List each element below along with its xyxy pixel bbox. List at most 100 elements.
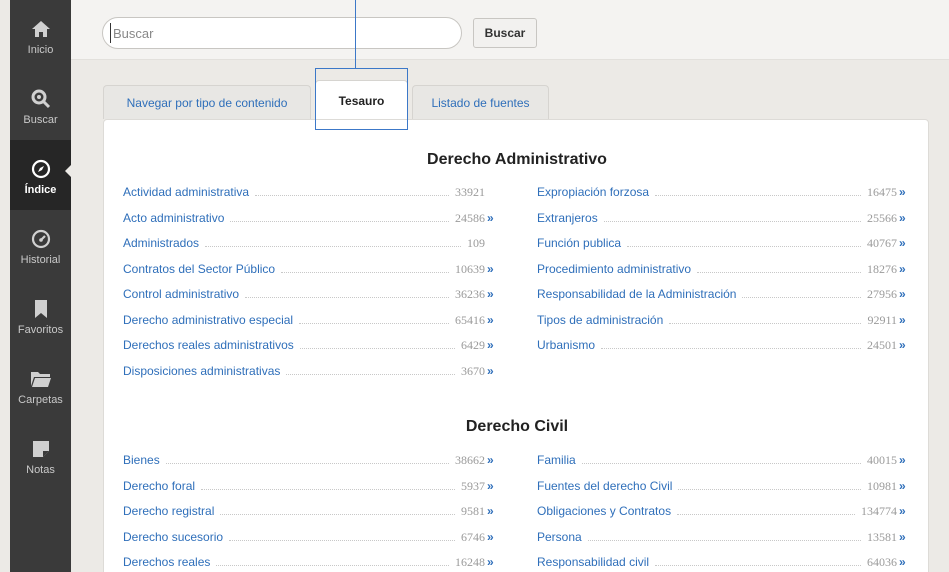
thesaurus-entry[interactable]: Procedimiento administrativo 18276» bbox=[537, 262, 911, 282]
expand-arrow-icon[interactable]: » bbox=[899, 185, 911, 199]
entry-count: 25566 bbox=[867, 210, 897, 225]
thesaurus-entry[interactable]: Derecho administrativo especial 65416» bbox=[123, 313, 499, 333]
entry-label-link[interactable]: Procedimiento administrativo bbox=[537, 262, 691, 276]
expand-arrow-icon[interactable]: » bbox=[899, 453, 911, 467]
sidebar-item-inicio[interactable]: Inicio bbox=[10, 0, 71, 70]
sidebar-item-indice[interactable]: Índice bbox=[10, 140, 72, 210]
search-button[interactable]: Buscar bbox=[473, 18, 537, 48]
thesaurus-entry[interactable]: Familia 40015» bbox=[537, 453, 911, 473]
expand-arrow-icon[interactable]: » bbox=[487, 555, 499, 569]
thesaurus-entry[interactable]: Acto administrativo 24586» bbox=[123, 211, 499, 231]
dotted-leader bbox=[581, 453, 861, 464]
thesaurus-entry[interactable]: Expropiación forzosa 16475» bbox=[537, 185, 911, 205]
expand-arrow-icon[interactable]: » bbox=[487, 262, 499, 276]
thesaurus-entry[interactable]: Disposiciones administrativas 3670» bbox=[123, 364, 499, 384]
expand-arrow-icon[interactable]: » bbox=[487, 211, 499, 225]
expand-arrow-icon[interactable]: » bbox=[899, 479, 911, 493]
thesaurus-entry[interactable]: Bienes 38662» bbox=[123, 453, 499, 473]
dotted-leader bbox=[601, 338, 861, 349]
expand-arrow-icon[interactable]: » bbox=[899, 530, 911, 544]
thesaurus-entry[interactable]: Fuentes del derecho Civil 10981» bbox=[537, 479, 911, 499]
thesaurus-entry[interactable]: Derecho sucesorio 6746» bbox=[123, 530, 499, 550]
text-cursor bbox=[110, 23, 111, 43]
expand-arrow-icon[interactable]: » bbox=[899, 262, 911, 276]
bookmark-icon bbox=[33, 298, 49, 320]
expand-arrow-icon[interactable]: » bbox=[899, 211, 911, 225]
entry-label-link[interactable]: Derecho administrativo especial bbox=[123, 313, 293, 327]
thesaurus-entry[interactable]: Responsabilidad de la Administración 2795… bbox=[537, 287, 911, 307]
expand-arrow-icon[interactable]: » bbox=[899, 504, 911, 518]
dotted-leader bbox=[627, 236, 861, 247]
entry-label-link[interactable]: Familia bbox=[537, 453, 576, 467]
expand-arrow-icon[interactable]: » bbox=[899, 287, 911, 301]
entry-label-link[interactable]: Disposiciones administrativas bbox=[123, 364, 280, 378]
expand-arrow-icon[interactable]: » bbox=[487, 453, 499, 467]
thesaurus-entry[interactable]: Actividad administrativa 33921 bbox=[123, 185, 499, 205]
expand-arrow-icon[interactable]: » bbox=[487, 313, 499, 327]
entry-label-link[interactable]: Derechos reales bbox=[123, 555, 210, 569]
entry-label-link[interactable]: Función publica bbox=[537, 236, 621, 250]
expand-arrow-icon[interactable]: » bbox=[487, 338, 499, 352]
thesaurus-entry[interactable]: Derechos reales administrativos 6429» bbox=[123, 338, 499, 358]
entry-label-link[interactable]: Responsabilidad civil bbox=[537, 555, 649, 569]
entry-label-link[interactable]: Extranjeros bbox=[537, 211, 598, 225]
dotted-leader bbox=[655, 555, 861, 566]
thesaurus-entry[interactable]: Persona 13581» bbox=[537, 530, 911, 550]
tab-navegar-por-tipo[interactable]: Navegar por tipo de contenido bbox=[103, 85, 311, 119]
thesaurus-entry[interactable]: Tipos de administración 92911» bbox=[537, 313, 911, 333]
thesaurus-entry[interactable]: Administrados 109 bbox=[123, 236, 499, 256]
entry-label-link[interactable]: Tipos de administración bbox=[537, 313, 663, 327]
entry-label-link[interactable]: Fuentes del derecho Civil bbox=[537, 479, 672, 493]
entry-label-link[interactable]: Urbanismo bbox=[537, 338, 595, 352]
callout-line bbox=[355, 0, 356, 68]
thesaurus-entry[interactable]: Función publica 40767» bbox=[537, 236, 911, 256]
thesaurus-entry[interactable]: Extranjeros 25566» bbox=[537, 211, 911, 231]
thesaurus-entry[interactable]: Responsabilidad civil 64036» bbox=[537, 555, 911, 572]
thesaurus-entry[interactable]: Obligaciones y Contratos 134774» bbox=[537, 504, 911, 524]
dotted-leader bbox=[281, 262, 449, 273]
expand-arrow-icon[interactable]: » bbox=[487, 364, 499, 378]
thesaurus-entry[interactable]: Derechos reales 16248» bbox=[123, 555, 499, 572]
sidebar: Inicio Buscar Índice Historial Favoritos… bbox=[10, 0, 72, 572]
entry-label-link[interactable]: Acto administrativo bbox=[123, 211, 224, 225]
entry-label-link[interactable]: Derecho foral bbox=[123, 479, 195, 493]
entry-label-link[interactable]: Derecho registral bbox=[123, 504, 214, 518]
sidebar-item-favoritos[interactable]: Favoritos bbox=[10, 280, 71, 350]
expand-arrow-icon[interactable]: » bbox=[899, 555, 911, 569]
entry-label-link[interactable]: Contratos del Sector Público bbox=[123, 262, 275, 276]
expand-arrow-icon[interactable]: » bbox=[487, 504, 499, 518]
entry-label-link[interactable]: Persona bbox=[537, 530, 582, 544]
entry-label-link[interactable]: Control administrativo bbox=[123, 287, 239, 301]
expand-arrow-icon[interactable]: » bbox=[899, 338, 911, 352]
entry-count: 16475 bbox=[867, 185, 897, 199]
sidebar-item-notas[interactable]: Notas bbox=[10, 420, 71, 490]
expand-arrow-icon[interactable]: » bbox=[899, 313, 911, 327]
entry-label-link[interactable]: Derecho sucesorio bbox=[123, 530, 223, 544]
search-input[interactable] bbox=[102, 17, 462, 49]
entry-count: 38662 bbox=[455, 453, 485, 467]
expand-arrow-icon[interactable]: » bbox=[487, 530, 499, 544]
sidebar-item-carpetas[interactable]: Carpetas bbox=[10, 350, 71, 420]
entry-count: 24501 bbox=[867, 338, 897, 352]
entry-label-link[interactable]: Actividad administrativa bbox=[123, 185, 249, 199]
entry-label-link[interactable]: Obligaciones y Contratos bbox=[537, 504, 671, 518]
entry-count: 33921 bbox=[455, 185, 485, 199]
expand-arrow-icon[interactable]: » bbox=[487, 479, 499, 493]
entry-label-link[interactable]: Bienes bbox=[123, 453, 160, 467]
thesaurus-entry[interactable]: Contratos del Sector Público 10639» bbox=[123, 262, 499, 282]
thesaurus-entry[interactable]: Control administrativo 36236» bbox=[123, 287, 499, 307]
expand-arrow-icon[interactable]: » bbox=[487, 287, 499, 301]
sidebar-item-historial[interactable]: Historial bbox=[10, 210, 71, 280]
thesaurus-entry[interactable]: Urbanismo 24501» bbox=[537, 338, 911, 358]
entry-label-link[interactable]: Expropiación forzosa bbox=[537, 185, 649, 199]
sidebar-item-buscar[interactable]: Buscar bbox=[10, 70, 71, 140]
tab-listado-de-fuentes[interactable]: Listado de fuentes bbox=[412, 85, 549, 119]
tab-tesauro[interactable]: Tesauro bbox=[315, 80, 408, 120]
sidebar-item-label: Notas bbox=[26, 464, 55, 476]
thesaurus-entry[interactable]: Derecho registral 9581» bbox=[123, 504, 499, 524]
thesaurus-entry[interactable]: Derecho foral 5937» bbox=[123, 479, 499, 499]
entry-label-link[interactable]: Responsabilidad de la Administración bbox=[537, 287, 736, 301]
entry-label-link[interactable]: Administrados bbox=[123, 236, 199, 250]
entry-label-link[interactable]: Derechos reales administrativos bbox=[123, 338, 294, 352]
expand-arrow-icon[interactable]: » bbox=[899, 236, 911, 250]
